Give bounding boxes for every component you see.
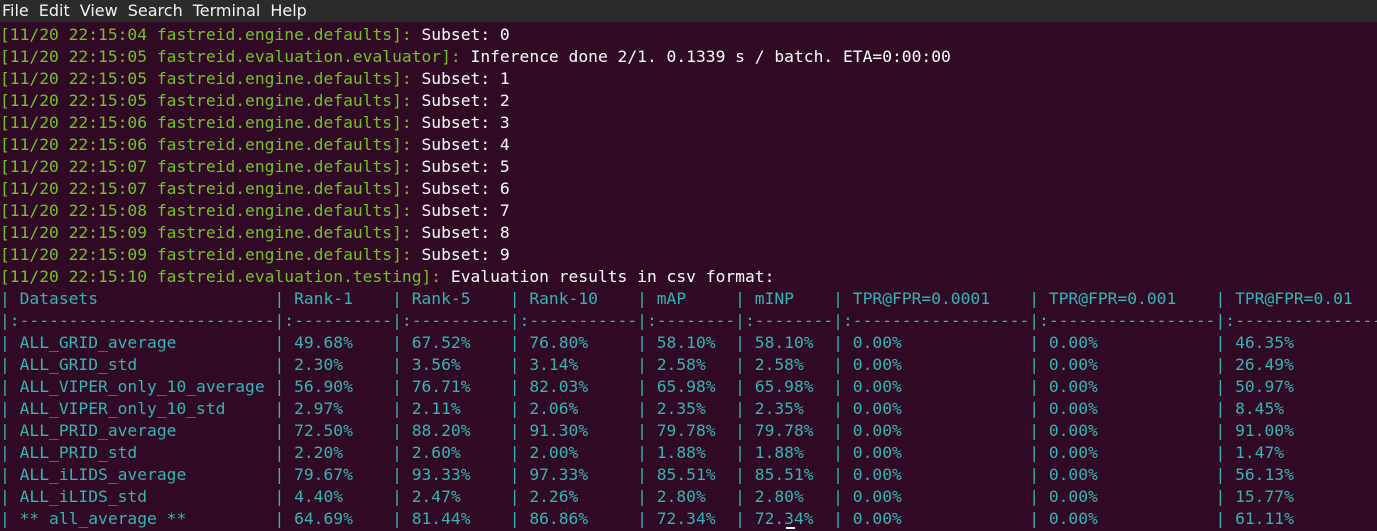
terminal-output[interactable]: [11/20 22:15:04 fastreid.engine.defaults… (0, 24, 1377, 531)
table-row: | ALL_VIPER_only_10_std | 2.97% | 2.11% … (0, 399, 1377, 418)
menu-file[interactable]: File (2, 0, 36, 22)
log-message: Subset: 8 (421, 223, 510, 242)
log-prefix: [11/20 22:15:07 fastreid.engine.defaults… (0, 157, 422, 176)
table-row: | ** all_average ** | 64.69% | 81.44% | … (0, 509, 1377, 528)
menu-view[interactable]: View (80, 0, 125, 22)
table-row: | ALL_GRID_average | 49.68% | 67.52% | 7… (0, 333, 1377, 352)
log-line: [11/20 22:15:08 fastreid.engine.defaults… (0, 200, 1377, 222)
log-prefix: [11/20 22:15:09 fastreid.engine.defaults… (0, 245, 422, 264)
log-line: [11/20 22:15:10 fastreid.evaluation.test… (0, 266, 1377, 288)
log-message: Inference done 2/1. 0.1339 s / batch. ET… (470, 47, 951, 66)
menu-bar: File Edit View Search Terminal Help (0, 0, 1377, 22)
table-row: | ALL_PRID_average | 72.50% | 88.20% | 9… (0, 421, 1377, 440)
log-prefix: [11/20 22:15:08 fastreid.engine.defaults… (0, 201, 422, 220)
log-line: [11/20 22:15:05 fastreid.engine.defaults… (0, 90, 1377, 112)
log-message: Subset: 4 (421, 135, 510, 154)
table-row: | ALL_iLIDS_std | 4.40% | 2.47% | 2.26% … (0, 487, 1377, 506)
menu-edit[interactable]: Edit (39, 0, 77, 22)
log-prefix: [11/20 22:15:05 fastreid.engine.defaults… (0, 69, 422, 88)
table-separator: |:--------------------------|:----------… (0, 311, 1377, 330)
log-message: Evaluation results in csv format: (450, 267, 775, 286)
log-prefix: [11/20 22:15:06 fastreid.engine.defaults… (0, 135, 422, 154)
log-line: [11/20 22:15:09 fastreid.engine.defaults… (0, 222, 1377, 244)
log-prefix: [11/20 22:15:10 fastreid.evaluation.test… (0, 267, 451, 286)
table-row: | ALL_iLIDS_average | 79.67% | 93.33% | … (0, 465, 1377, 484)
table-row: | ALL_PRID_std | 2.20% | 2.60% | 2.00% |… (0, 443, 1377, 462)
log-line: [11/20 22:15:07 fastreid.engine.defaults… (0, 156, 1377, 178)
log-prefix: [11/20 22:15:05 fastreid.engine.defaults… (0, 91, 422, 110)
log-message: Subset: 0 (421, 25, 510, 44)
log-message: Subset: 7 (421, 201, 510, 220)
log-message: Subset: 2 (421, 91, 510, 110)
menu-terminal[interactable]: Terminal (193, 0, 268, 22)
log-message: Subset: 6 (421, 179, 510, 198)
log-message: Subset: 3 (421, 113, 510, 132)
table-header: | Datasets | Rank-1 | Rank-5 | Rank-10 |… (0, 289, 1377, 308)
log-prefix: [11/20 22:15:05 fastreid.evaluation.eval… (0, 47, 471, 66)
log-line: [11/20 22:15:04 fastreid.engine.defaults… (0, 24, 1377, 46)
log-line: [11/20 22:15:06 fastreid.engine.defaults… (0, 134, 1377, 156)
menu-search[interactable]: Search (128, 0, 190, 22)
log-message: Subset: 5 (421, 157, 510, 176)
log-line: [11/20 22:15:09 fastreid.engine.defaults… (0, 244, 1377, 266)
log-line: [11/20 22:15:07 fastreid.engine.defaults… (0, 178, 1377, 200)
log-message: Subset: 9 (421, 245, 510, 264)
log-line: [11/20 22:15:05 fastreid.evaluation.eval… (0, 46, 1377, 68)
menu-help[interactable]: Help (270, 0, 313, 22)
log-line: [11/20 22:15:06 fastreid.engine.defaults… (0, 112, 1377, 134)
log-prefix: [11/20 22:15:09 fastreid.engine.defaults… (0, 223, 422, 242)
table-row: | ALL_VIPER_only_10_average | 56.90% | 7… (0, 377, 1377, 396)
log-prefix: [11/20 22:15:04 fastreid.engine.defaults… (0, 25, 422, 44)
log-prefix: [11/20 22:15:07 fastreid.engine.defaults… (0, 179, 422, 198)
log-prefix: [11/20 22:15:06 fastreid.engine.defaults… (0, 113, 422, 132)
log-line: [11/20 22:15:05 fastreid.engine.defaults… (0, 68, 1377, 90)
table-row: | ALL_GRID_std | 2.30% | 3.56% | 3.14% |… (0, 355, 1377, 374)
text-cursor (786, 527, 795, 529)
log-message: Subset: 1 (421, 69, 510, 88)
